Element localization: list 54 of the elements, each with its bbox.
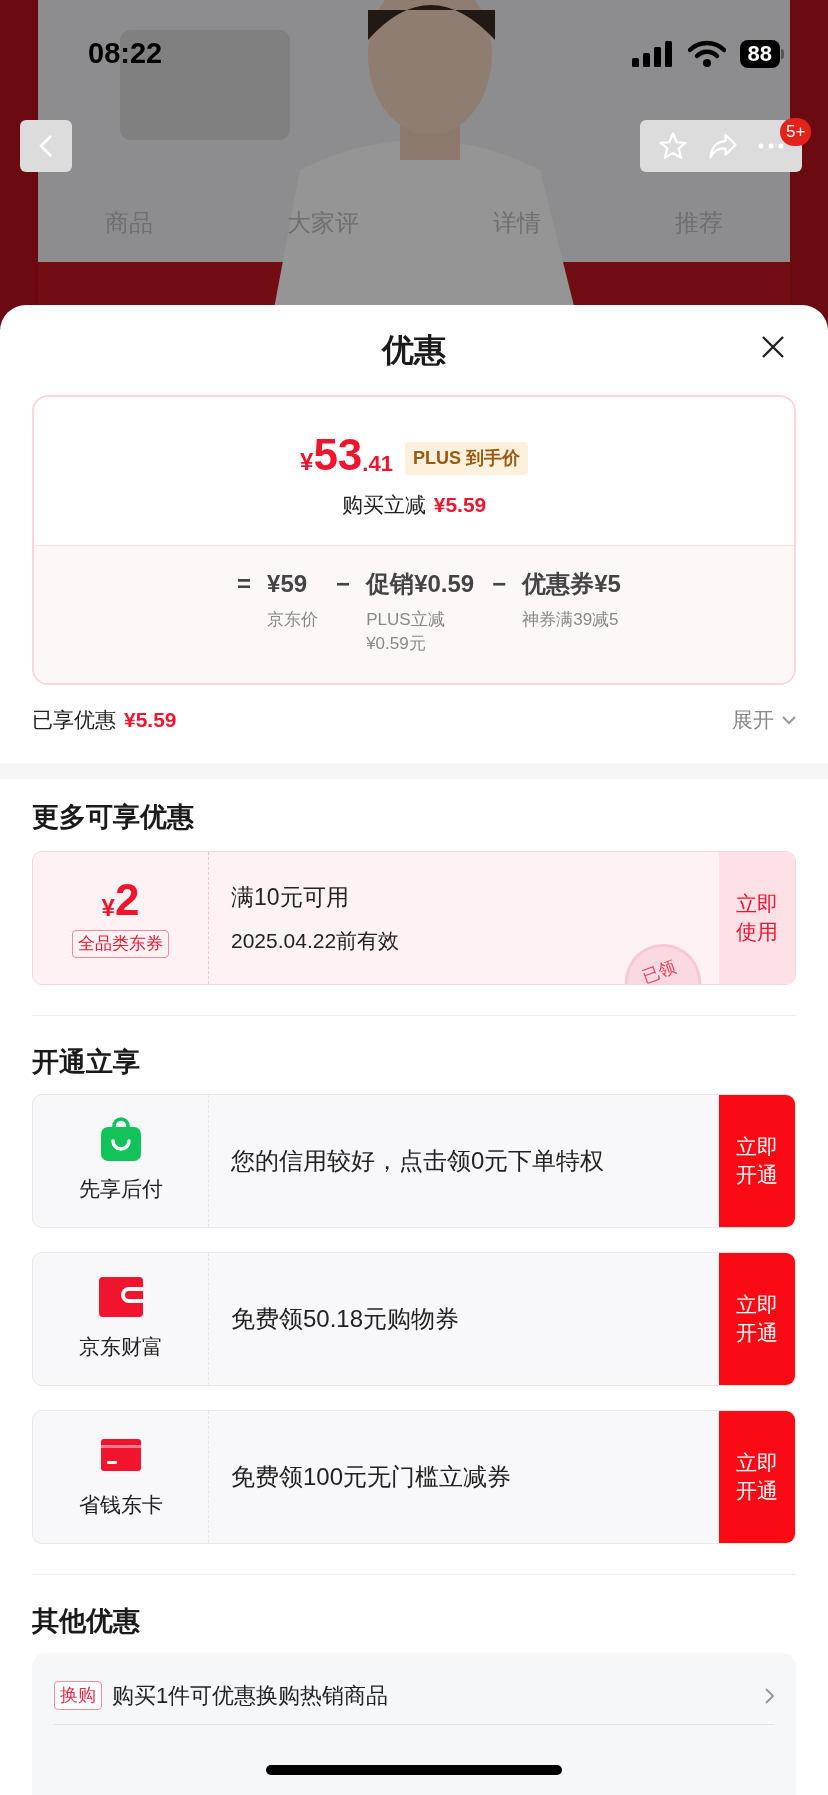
section-title: 其他优惠 xyxy=(32,1604,140,1638)
breakdown-amount: ¥59 xyxy=(267,569,309,599)
battery-cap-icon xyxy=(781,49,784,59)
offer-tag: 换购 xyxy=(54,1681,102,1710)
expand-button[interactable]: 展开 xyxy=(732,704,796,736)
operator-sign: − xyxy=(492,569,507,599)
battery-level: 88 xyxy=(739,40,780,68)
operator-sign: = xyxy=(237,569,252,599)
section-title: 开通立享 xyxy=(32,1045,140,1079)
share-icon[interactable] xyxy=(708,132,738,160)
close-icon xyxy=(761,335,785,359)
activate-button[interactable]: 立即开通 xyxy=(719,1095,795,1227)
wifi-icon xyxy=(687,40,726,68)
coupon-amount: ¥2 xyxy=(101,878,140,923)
sheet-title: 优惠 xyxy=(382,331,446,370)
breakdown-amount: 促销¥0.59 xyxy=(366,569,475,599)
enjoyed-value: ¥5.59 xyxy=(124,707,177,734)
signal-icon xyxy=(631,41,674,67)
breakdown-note: 神券满39减5 xyxy=(522,609,620,631)
service-name: 省钱东卡 xyxy=(78,1492,163,1519)
reduce-label: 购买立减 xyxy=(341,492,426,518)
star-icon[interactable] xyxy=(658,131,688,161)
offer-row[interactable]: 换购 购买1件可优惠换购热销商品 xyxy=(54,1667,774,1725)
shopping-bag-icon xyxy=(100,1117,141,1162)
operator-sign: − xyxy=(336,569,351,599)
use-now-button[interactable]: 立即使用 xyxy=(719,852,795,984)
back-icon xyxy=(39,134,53,158)
more-icon[interactable] xyxy=(758,143,784,149)
service-offer: 您的信用较好，点击领0元下单特权 xyxy=(231,1146,605,1176)
service-offer: 免费领100元无门槛立减券 xyxy=(231,1462,512,1492)
coupon-type-tag: 全品类东券 xyxy=(72,930,169,958)
coupon-validity: 2025.04.22前有效 xyxy=(231,927,401,954)
chevron-right-icon xyxy=(765,1687,774,1704)
service-offer: 免费领50.18元购物券 xyxy=(231,1304,460,1334)
breakdown-amount: 优惠券¥5 xyxy=(522,569,621,599)
breakdown-note: ¥0.59元 xyxy=(366,633,427,655)
final-price: ¥53.41 xyxy=(300,433,393,477)
reduce-value: ¥5.59 xyxy=(433,492,487,518)
activate-button[interactable]: 立即开通 xyxy=(719,1411,795,1543)
service-name: 京东财富 xyxy=(78,1334,163,1361)
section-title: 更多可享优惠 xyxy=(32,800,194,834)
chevron-down-icon xyxy=(782,715,796,725)
status-time: 08:22 xyxy=(88,36,163,72)
coupon-condition: 满10元可用 xyxy=(231,883,350,912)
service-name: 先享后付 xyxy=(78,1176,163,1203)
offer-text: 购买1件可优惠换购热销商品 xyxy=(112,1682,390,1710)
wallet-icon xyxy=(98,1277,143,1318)
enjoyed-label: 已享优惠 xyxy=(32,707,116,734)
activate-button[interactable]: 立即开通 xyxy=(719,1253,795,1385)
plus-price-tag: PLUS 到手价 xyxy=(404,442,528,475)
back-button[interactable] xyxy=(20,120,72,172)
card-icon xyxy=(100,1439,141,1472)
breakdown-note: PLUS立减 xyxy=(366,609,446,631)
breakdown-note: 京东价 xyxy=(267,609,319,631)
